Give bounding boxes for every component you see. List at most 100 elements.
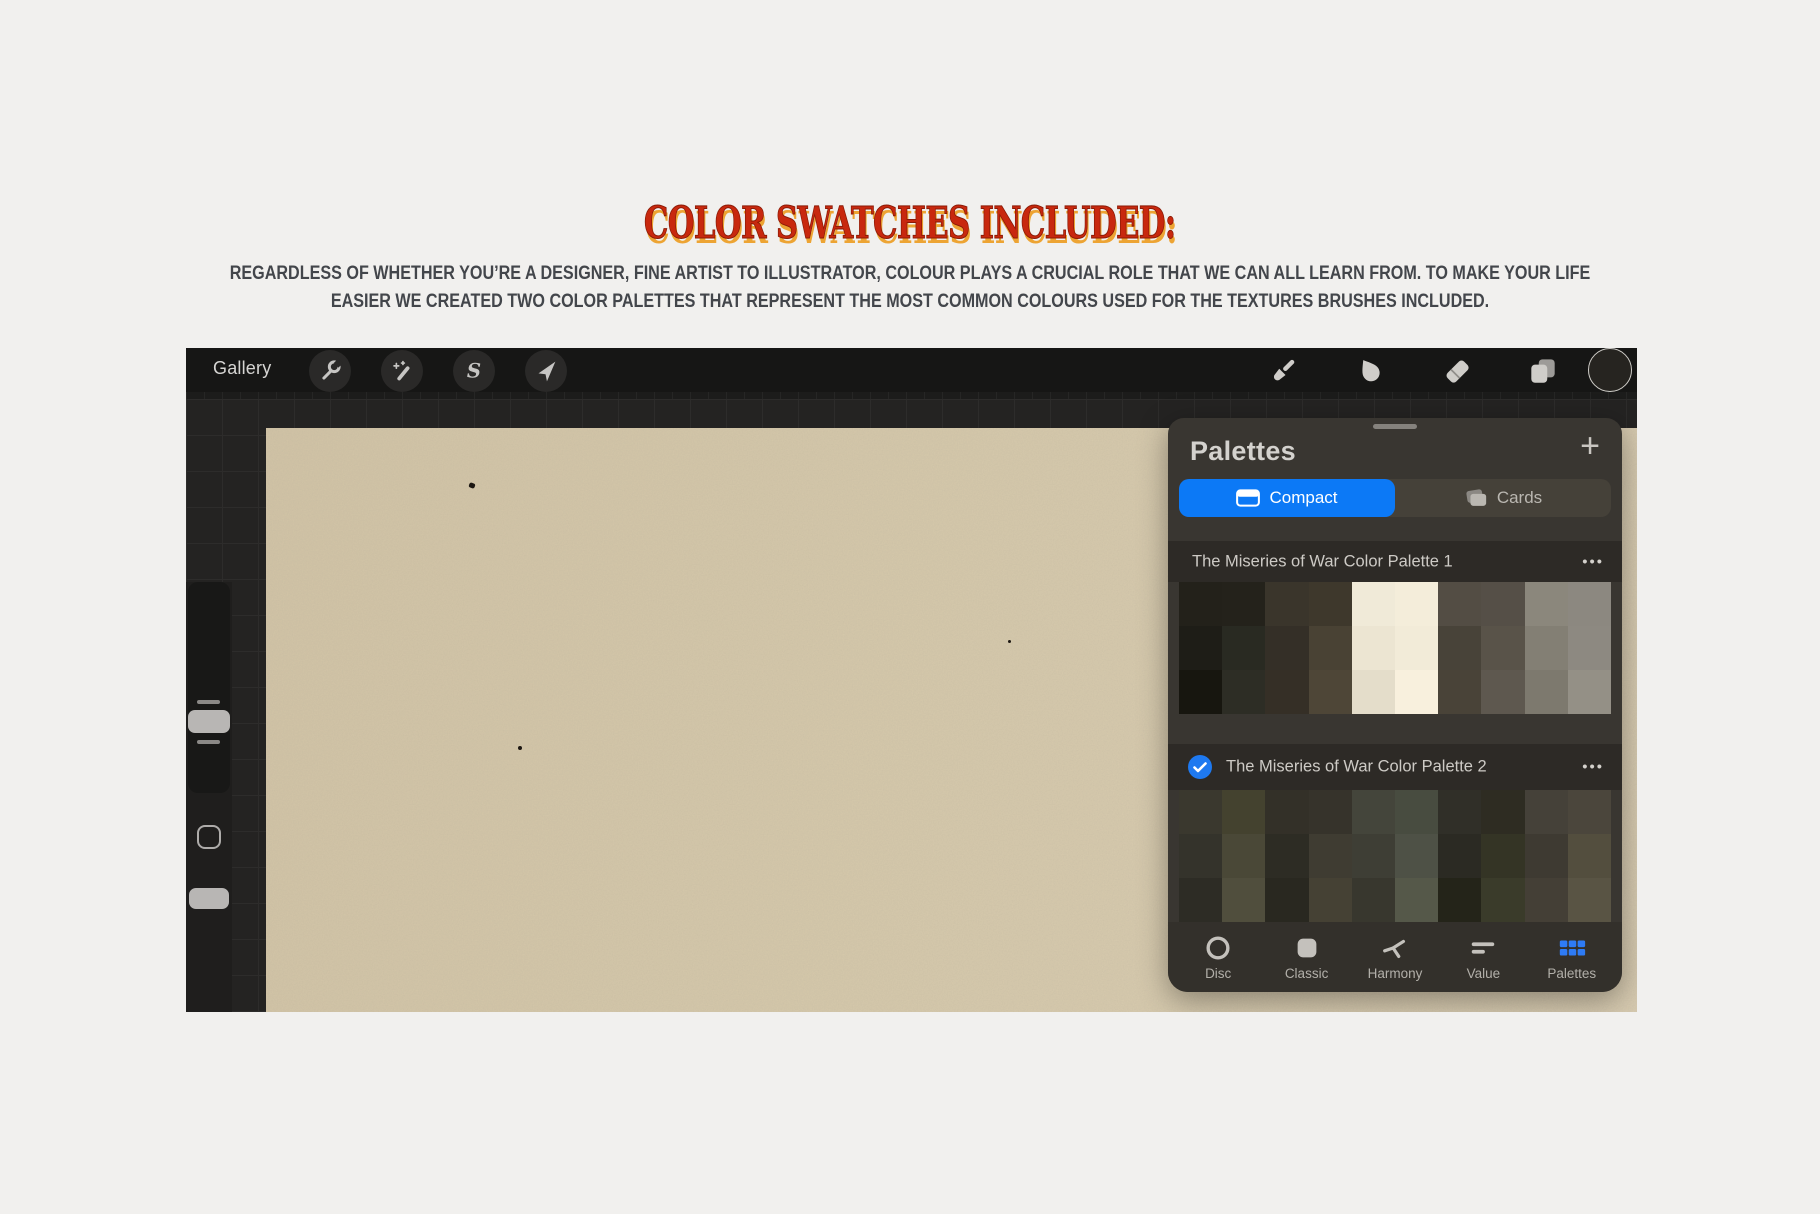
- color-swatch[interactable]: [1308, 834, 1352, 878]
- actions-button[interactable]: [309, 350, 351, 392]
- color-swatch[interactable]: [1481, 582, 1525, 626]
- color-swatch[interactable]: [1395, 878, 1439, 922]
- tab-value-label: Value: [1466, 966, 1501, 981]
- color-swatch[interactable]: [1524, 626, 1568, 670]
- color-swatch[interactable]: [1524, 582, 1568, 626]
- selection-button[interactable]: S: [453, 350, 495, 392]
- color-swatch[interactable]: [1395, 626, 1439, 670]
- color-swatch[interactable]: [1308, 878, 1352, 922]
- palette-2-header[interactable]: The Miseries of War Color Palette 2 •••: [1168, 744, 1622, 790]
- add-palette-button[interactable]: +: [1572, 428, 1608, 464]
- transform-button[interactable]: [525, 350, 567, 392]
- color-swatch[interactable]: [1351, 670, 1395, 714]
- color-swatch[interactable]: [1265, 626, 1309, 670]
- color-swatch[interactable]: [1395, 670, 1439, 714]
- color-swatch[interactable]: [1179, 834, 1223, 878]
- color-swatch[interactable]: [1481, 790, 1525, 834]
- adjustments-button[interactable]: [381, 350, 423, 392]
- color-swatch[interactable]: [1351, 790, 1395, 834]
- color-swatch[interactable]: [1265, 834, 1309, 878]
- color-swatch[interactable]: [1395, 790, 1439, 834]
- color-swatch[interactable]: [1567, 834, 1611, 878]
- color-swatch[interactable]: [1438, 790, 1482, 834]
- color-swatch[interactable]: [1351, 626, 1395, 670]
- color-swatch[interactable]: [1481, 878, 1525, 922]
- smudge-tool-button[interactable]: [1352, 353, 1388, 389]
- view-mode-segmented-control: Compact Cards: [1179, 479, 1611, 517]
- color-swatch[interactable]: [1179, 790, 1223, 834]
- compact-view-icon: [1236, 489, 1261, 507]
- color-swatch[interactable]: [1222, 670, 1266, 714]
- classic-icon: [1297, 938, 1316, 958]
- tab-compact[interactable]: Compact: [1179, 479, 1395, 517]
- color-swatch[interactable]: [1308, 582, 1352, 626]
- tab-palettes[interactable]: Palettes: [1529, 933, 1615, 981]
- color-swatch[interactable]: [1222, 790, 1266, 834]
- selected-check-icon: [1188, 755, 1212, 779]
- slider-tick: [197, 700, 220, 704]
- color-swatch[interactable]: [1524, 790, 1568, 834]
- color-swatch[interactable]: [1308, 790, 1352, 834]
- gallery-button[interactable]: Gallery: [213, 358, 271, 379]
- tab-cards[interactable]: Cards: [1395, 479, 1611, 517]
- color-swatch[interactable]: [1351, 582, 1395, 626]
- palette-2-menu-button[interactable]: •••: [1582, 759, 1604, 776]
- eraser-tool-button[interactable]: [1439, 353, 1475, 389]
- color-swatch[interactable]: [1265, 790, 1309, 834]
- tab-disc[interactable]: Disc: [1175, 933, 1261, 981]
- active-color-button[interactable]: [1588, 348, 1632, 392]
- color-swatch[interactable]: [1265, 670, 1309, 714]
- color-swatch[interactable]: [1351, 878, 1395, 922]
- color-swatch[interactable]: [1222, 878, 1266, 922]
- palette-1-swatch-grid: [1179, 582, 1611, 714]
- color-swatch[interactable]: [1438, 582, 1482, 626]
- sidebar: [186, 582, 232, 1012]
- brush-size-handle[interactable]: [188, 710, 230, 733]
- color-swatch[interactable]: [1438, 670, 1482, 714]
- procreate-app-window: Gallery S Palettes + Compact Cards The M…: [186, 348, 1637, 1012]
- color-swatch[interactable]: [1222, 626, 1266, 670]
- color-swatch[interactable]: [1308, 670, 1352, 714]
- color-swatch[interactable]: [1179, 670, 1223, 714]
- color-swatch[interactable]: [1395, 582, 1439, 626]
- color-swatch[interactable]: [1222, 582, 1266, 626]
- subtitle-line-1: REGARDLESS OF WHETHER YOU’RE A DESIGNER,…: [229, 263, 1591, 284]
- tab-classic[interactable]: Classic: [1264, 933, 1350, 981]
- brush-tool-button[interactable]: [1265, 353, 1301, 389]
- color-swatch[interactable]: [1179, 878, 1223, 922]
- page-title: COLOR SWATCHES INCLUDED:: [0, 198, 1820, 250]
- layers-button[interactable]: [1525, 353, 1561, 389]
- color-swatch[interactable]: [1395, 834, 1439, 878]
- brush-size-slider[interactable]: [188, 582, 230, 793]
- color-swatch[interactable]: [1524, 670, 1568, 714]
- color-swatch[interactable]: [1567, 790, 1611, 834]
- color-swatch[interactable]: [1567, 582, 1611, 626]
- palette-1-menu-button[interactable]: •••: [1582, 553, 1604, 570]
- color-swatch[interactable]: [1222, 834, 1266, 878]
- color-swatch[interactable]: [1438, 878, 1482, 922]
- color-swatch[interactable]: [1265, 582, 1309, 626]
- color-swatch[interactable]: [1179, 626, 1223, 670]
- color-swatch[interactable]: [1524, 878, 1568, 922]
- color-swatch[interactable]: [1481, 834, 1525, 878]
- color-swatch[interactable]: [1567, 878, 1611, 922]
- color-swatch[interactable]: [1179, 582, 1223, 626]
- color-swatch[interactable]: [1351, 834, 1395, 878]
- tab-value[interactable]: Value: [1440, 933, 1526, 981]
- tab-harmony[interactable]: Harmony: [1352, 933, 1438, 981]
- color-swatch[interactable]: [1438, 834, 1482, 878]
- color-swatch[interactable]: [1265, 878, 1309, 922]
- color-swatch[interactable]: [1438, 626, 1482, 670]
- color-swatch[interactable]: [1567, 626, 1611, 670]
- palette-1-header[interactable]: The Miseries of War Color Palette 1 •••: [1168, 541, 1622, 582]
- opacity-handle[interactable]: [189, 888, 229, 909]
- color-swatch[interactable]: [1481, 626, 1525, 670]
- color-swatch[interactable]: [1567, 670, 1611, 714]
- color-swatch[interactable]: [1308, 626, 1352, 670]
- color-swatch[interactable]: [1481, 670, 1525, 714]
- panel-drag-handle[interactable]: [1373, 424, 1417, 429]
- color-swatch[interactable]: [1524, 834, 1568, 878]
- palette-2-swatch-grid: [1179, 790, 1611, 922]
- modify-button[interactable]: [197, 825, 221, 849]
- magic-wand-icon: [393, 360, 410, 381]
